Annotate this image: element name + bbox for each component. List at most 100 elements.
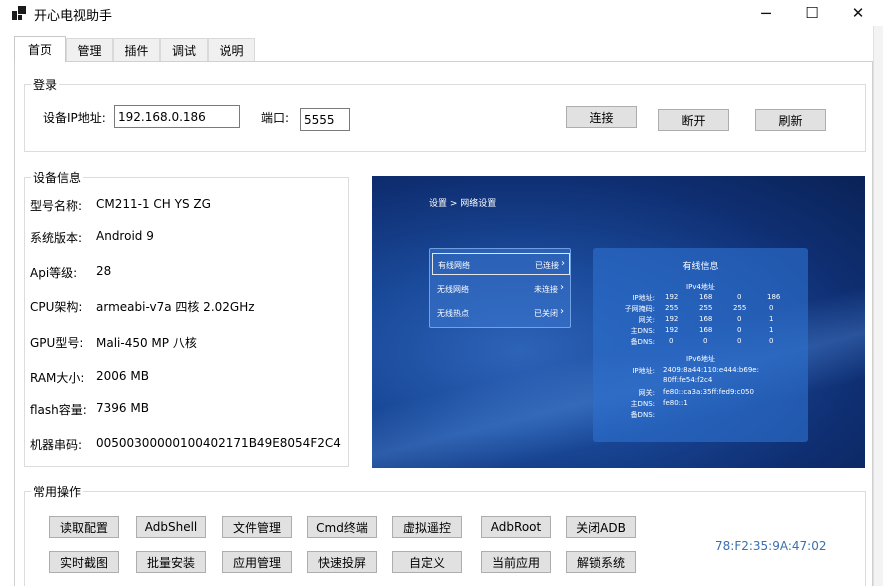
custom-button[interactable]: 自定义 <box>392 551 462 573</box>
tab-plugins[interactable]: 插件 <box>113 38 160 61</box>
mac-address: 78:F2:35:9A:47:02 <box>715 539 827 553</box>
tv-ipv6-dns2-label: 备DNS: <box>630 411 655 419</box>
os-version-label: 系统版本: <box>30 231 83 245</box>
cmd-terminal-button[interactable]: Cmd终端 <box>307 516 377 538</box>
title-bar: 开心电视助手 ─ ☐ ✕ <box>0 0 883 26</box>
device-info-group: 设备信息 <box>24 169 349 467</box>
chevron-right-icon: › <box>560 306 564 317</box>
api-level-label: Api等级: <box>30 266 78 280</box>
tv-ipv6-ip-label: IP地址: <box>632 367 655 375</box>
batch-install-button[interactable]: 批量安装 <box>136 551 206 573</box>
ip-input[interactable]: 192.168.0.186 <box>114 105 240 128</box>
close-button[interactable]: ✕ <box>835 0 881 26</box>
tv-ipv4-gateway-2: 168 <box>699 315 713 323</box>
tv-menu-wireless-status: 未连接 <box>534 285 558 294</box>
login-group-title: 登录 <box>31 76 60 93</box>
tv-ipv6-title: IPv6地址 <box>686 355 715 363</box>
tv-ipv4-mask-4: 0 <box>769 304 774 312</box>
tv-ipv4-dns2-4: 0 <box>769 337 774 345</box>
virtual-remote-button[interactable]: 虚拟遥控 <box>392 516 462 538</box>
tv-menu-hotspot-label: 无线热点 <box>437 309 469 318</box>
tv-ipv4-ip-2: 168 <box>699 293 713 301</box>
tv-ipv4-dns1-4: 1 <box>769 326 774 334</box>
ram-value: 2006 MB <box>96 369 149 383</box>
app-manager-button[interactable]: 应用管理 <box>222 551 292 573</box>
unlock-system-button[interactable]: 解锁系统 <box>566 551 636 573</box>
serial-value: 00500300000100402171B49E8054F2C4 <box>96 436 341 450</box>
close-adb-button[interactable]: 关闭ADB <box>566 516 636 538</box>
tv-ipv4-ip-label: IP地址: <box>632 294 655 302</box>
gpu-label: GPU型号: <box>30 336 84 350</box>
os-version-value: Android 9 <box>96 229 154 243</box>
adbshell-button[interactable]: AdbShell <box>136 516 206 538</box>
connect-button[interactable]: 连接 <box>566 106 637 128</box>
chevron-right-icon: › <box>560 282 564 293</box>
gpu-value: Mali-450 MP 八核 <box>96 336 197 350</box>
adbroot-button[interactable]: AdbRoot <box>481 516 551 538</box>
ram-label: RAM大小: <box>30 371 85 385</box>
current-app-button[interactable]: 当前应用 <box>481 551 551 573</box>
tv-ipv4-dns2-3: 0 <box>737 337 742 345</box>
model-label: 型号名称: <box>30 199 83 213</box>
tv-menu-item-wired: 有线网络 已连接 › <box>432 253 570 275</box>
tv-ipv4-mask-2: 255 <box>699 304 713 312</box>
tv-ipv4-mask-label: 子网掩码: <box>624 305 655 313</box>
tv-card-title: 有线信息 <box>682 262 719 272</box>
tv-menu-item-hotspot: 无线热点 已关闭 › <box>432 302 570 324</box>
tab-help[interactable]: 说明 <box>208 38 255 61</box>
tv-ipv6-ip-value: 2409:8a44:110:e444:b69e: <box>663 366 759 374</box>
live-screenshot-button[interactable]: 实时截图 <box>49 551 119 573</box>
tv-menu-wireless-label: 无线网络 <box>437 285 469 294</box>
port-input[interactable]: 5555 <box>300 108 350 131</box>
tv-ipv6-gateway-value: fe80::ca3a:35ff:fed9:c050 <box>663 388 754 396</box>
tab-home[interactable]: 首页 <box>14 36 66 62</box>
tv-ipv4-mask-3: 255 <box>733 304 747 312</box>
tv-ipv4-title: IPv4地址 <box>686 283 715 291</box>
refresh-button[interactable]: 刷新 <box>755 109 826 131</box>
tv-ipv4-dns1-1: 192 <box>665 326 679 334</box>
port-label: 端口: <box>261 111 290 125</box>
tv-ipv4-gateway-3: 0 <box>737 315 742 323</box>
minimize-button[interactable]: ─ <box>743 0 789 26</box>
tv-screenshot: 设置 > 网络设置 有线网络 已连接 › 无线网络 未连接 › 无线热点 已关闭… <box>372 176 865 468</box>
tv-ipv6-dns1-label: 主DNS: <box>630 400 655 408</box>
chevron-right-icon: › <box>561 258 565 269</box>
disconnect-button[interactable]: 断开 <box>658 109 729 131</box>
tv-ipv4-dns2-label: 备DNS: <box>630 338 655 346</box>
tv-ipv4-ip-3: 0 <box>737 293 742 301</box>
flash-label: flash容量: <box>30 403 87 417</box>
app-icon <box>12 6 26 20</box>
tv-ipv4-dns2-2: 0 <box>703 337 708 345</box>
tv-ipv4-ip-1: 192 <box>665 293 679 301</box>
cpu-label: CPU架构: <box>30 300 83 314</box>
window-title: 开心电视助手 <box>34 9 113 24</box>
tv-ipv6-ip-value-line2: 80ff:fe54:f2c4 <box>663 376 713 384</box>
tv-ipv6-dns1-value: fe80::1 <box>663 399 688 407</box>
file-manager-button[interactable]: 文件管理 <box>222 516 292 538</box>
tv-wired-info-card: 有线信息 IPv4地址 IP地址: 192 168 0 186 子网掩码: 25… <box>593 248 808 442</box>
maximize-button[interactable]: ☐ <box>789 0 835 26</box>
api-level-value: 28 <box>96 264 112 278</box>
tv-ipv4-gateway-4: 1 <box>769 315 774 323</box>
model-value: CM211-1 CH YS ZG <box>96 197 211 211</box>
device-info-group-title: 设备信息 <box>31 169 84 186</box>
tv-ipv4-ip-4: 186 <box>767 293 781 301</box>
tv-menu-wired-label: 有线网络 <box>438 261 470 270</box>
tab-debug[interactable]: 调试 <box>160 38 208 61</box>
read-config-button[interactable]: 读取配置 <box>49 516 119 538</box>
tv-menu-hotspot-status: 已关闭 <box>534 309 558 318</box>
quick-cast-button[interactable]: 快速投屏 <box>307 551 377 573</box>
serial-label: 机器串码: <box>30 438 83 452</box>
ip-label: 设备IP地址: <box>43 111 106 125</box>
tv-ipv6-gateway-label: 网关: <box>638 389 655 397</box>
flash-value: 7396 MB <box>96 401 149 415</box>
tv-menu-wired-status: 已连接 <box>535 261 559 270</box>
tab-manage[interactable]: 管理 <box>66 38 113 61</box>
tv-network-menu: 有线网络 已连接 › 无线网络 未连接 › 无线热点 已关闭 › <box>429 248 571 328</box>
right-edge-panel <box>873 26 883 586</box>
operations-group-title: 常用操作 <box>31 483 84 500</box>
tv-menu-item-wireless: 无线网络 未连接 › <box>432 278 570 300</box>
tv-ipv4-dns1-label: 主DNS: <box>630 327 655 335</box>
cpu-value: armeabi-v7a 四核 2.02GHz <box>96 300 255 314</box>
tv-ipv4-dns1-3: 0 <box>737 326 742 334</box>
